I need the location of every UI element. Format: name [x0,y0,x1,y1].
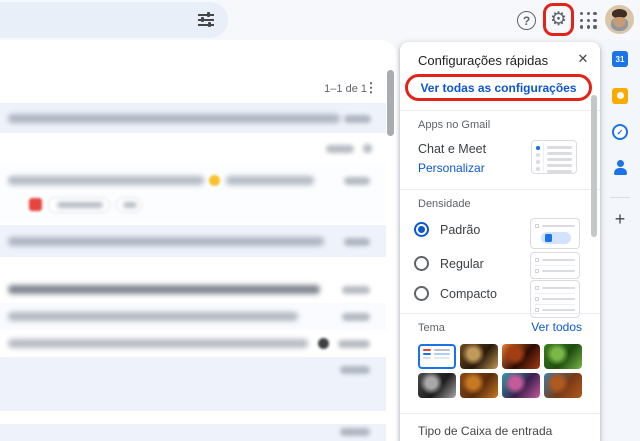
blurred-count [326,145,354,153]
radio-padrao-label: Padrão [440,223,481,237]
attachment-chip[interactable] [116,197,142,213]
radio-regular-label: Regular [440,257,484,271]
keep-icon[interactable] [612,88,628,104]
mail-scrollbar[interactable] [387,70,394,136]
density-padrao-thumbnail [530,218,580,249]
calendar-icon[interactable]: 31 [612,51,628,67]
close-icon[interactable]: ✕ [574,50,592,68]
radio-regular[interactable] [414,256,429,271]
blurred-date [340,366,370,374]
email-row[interactable] [0,424,386,441]
email-row[interactable] [0,103,386,133]
attachment-chip[interactable] [48,197,110,213]
more-options-icon[interactable]: ⋮ [363,80,379,96]
settings-gear-icon[interactable]: ⚙ [550,10,567,29]
blurred-subject [8,176,204,185]
strip-divider [610,197,630,198]
blurred-subject [8,312,298,321]
settings-annotation-box: ⚙ [543,3,574,36]
blurred-icon [363,144,372,153]
profile-avatar[interactable] [605,5,634,34]
email-row[interactable] [0,357,386,411]
topbar: ? ⚙ [0,0,640,40]
blurred-subject [8,114,340,123]
theme-thumbnail[interactable] [502,344,540,369]
theme-thumbnail[interactable] [544,344,582,369]
chat-meet-thumbnail [531,140,577,174]
blurred-subject [226,176,314,185]
blurred-subject [8,237,324,246]
radio-compacto-label: Compacto [440,287,497,301]
divider [400,189,600,190]
blurred-date [344,238,370,246]
see-all-settings-button[interactable]: Ver todas as configurações [420,81,576,95]
blurred-icon [318,338,329,349]
blurred-label [123,202,137,208]
personalize-link[interactable]: Personalizar [418,161,485,175]
email-row[interactable] [0,303,386,330]
add-addon-icon[interactable]: + [612,210,628,228]
blurred-subject [8,285,320,294]
see-all-annotation-box: Ver todas as configurações [405,74,592,101]
panel-scrollbar[interactable] [591,95,597,237]
quick-settings-panel: Configurações rápidas ✕ Ver todas as con… [400,42,600,441]
pdf-attachment-icon [29,198,42,211]
tasks-icon[interactable]: ✓ [612,124,628,140]
blurred-filename [57,202,103,208]
theme-thumbnail[interactable] [502,373,540,398]
theme-thumbnail[interactable] [460,373,498,398]
theme-thumbnail[interactable] [418,373,456,398]
blurred-subject [8,339,308,348]
pagination-label: 1–1 de 1 [324,83,367,95]
divider [400,413,600,414]
radio-padrao[interactable] [414,222,429,237]
emoji-icon [209,175,220,186]
blurred-date [340,428,370,436]
blurred-date [342,313,370,321]
divider [400,110,600,111]
theme-section-label: Tema [418,322,445,334]
email-row[interactable] [0,276,386,303]
theme-thumbnail[interactable] [544,373,582,398]
help-icon[interactable]: ? [517,11,536,30]
email-row[interactable] [0,225,386,257]
blurred-date [344,177,370,185]
search-options-icon[interactable] [198,12,214,28]
apps-section-label: Apps no Gmail [418,119,491,131]
chat-meet-label: Chat e Meet [418,142,487,156]
inbox-type-section-label: Tipo de Caixa de entrada [418,424,553,438]
blurred-date [338,340,370,348]
blurred-date [342,286,370,294]
density-regular-thumbnail [530,252,580,279]
email-row[interactable] [0,163,386,223]
email-row[interactable] [0,330,386,357]
section-header-row[interactable] [0,133,386,163]
side-panel-strip: 31 ✓ + [600,40,640,441]
theme-thumbnail[interactable] [418,344,456,369]
search-bar[interactable] [0,2,228,38]
themes-grid [418,344,584,398]
see-all-themes-link[interactable]: Ver todos [531,320,582,334]
blurred-date [344,115,371,123]
divider [400,313,600,314]
panel-title: Configurações rápidas [418,53,549,68]
google-apps-icon[interactable] [580,12,597,29]
theme-thumbnail[interactable] [460,344,498,369]
contacts-icon[interactable] [612,159,628,175]
radio-compacto[interactable] [414,286,429,301]
mail-list: 1–1 de 1 ⋮ [0,40,397,441]
density-section-label: Densidade [418,198,471,210]
